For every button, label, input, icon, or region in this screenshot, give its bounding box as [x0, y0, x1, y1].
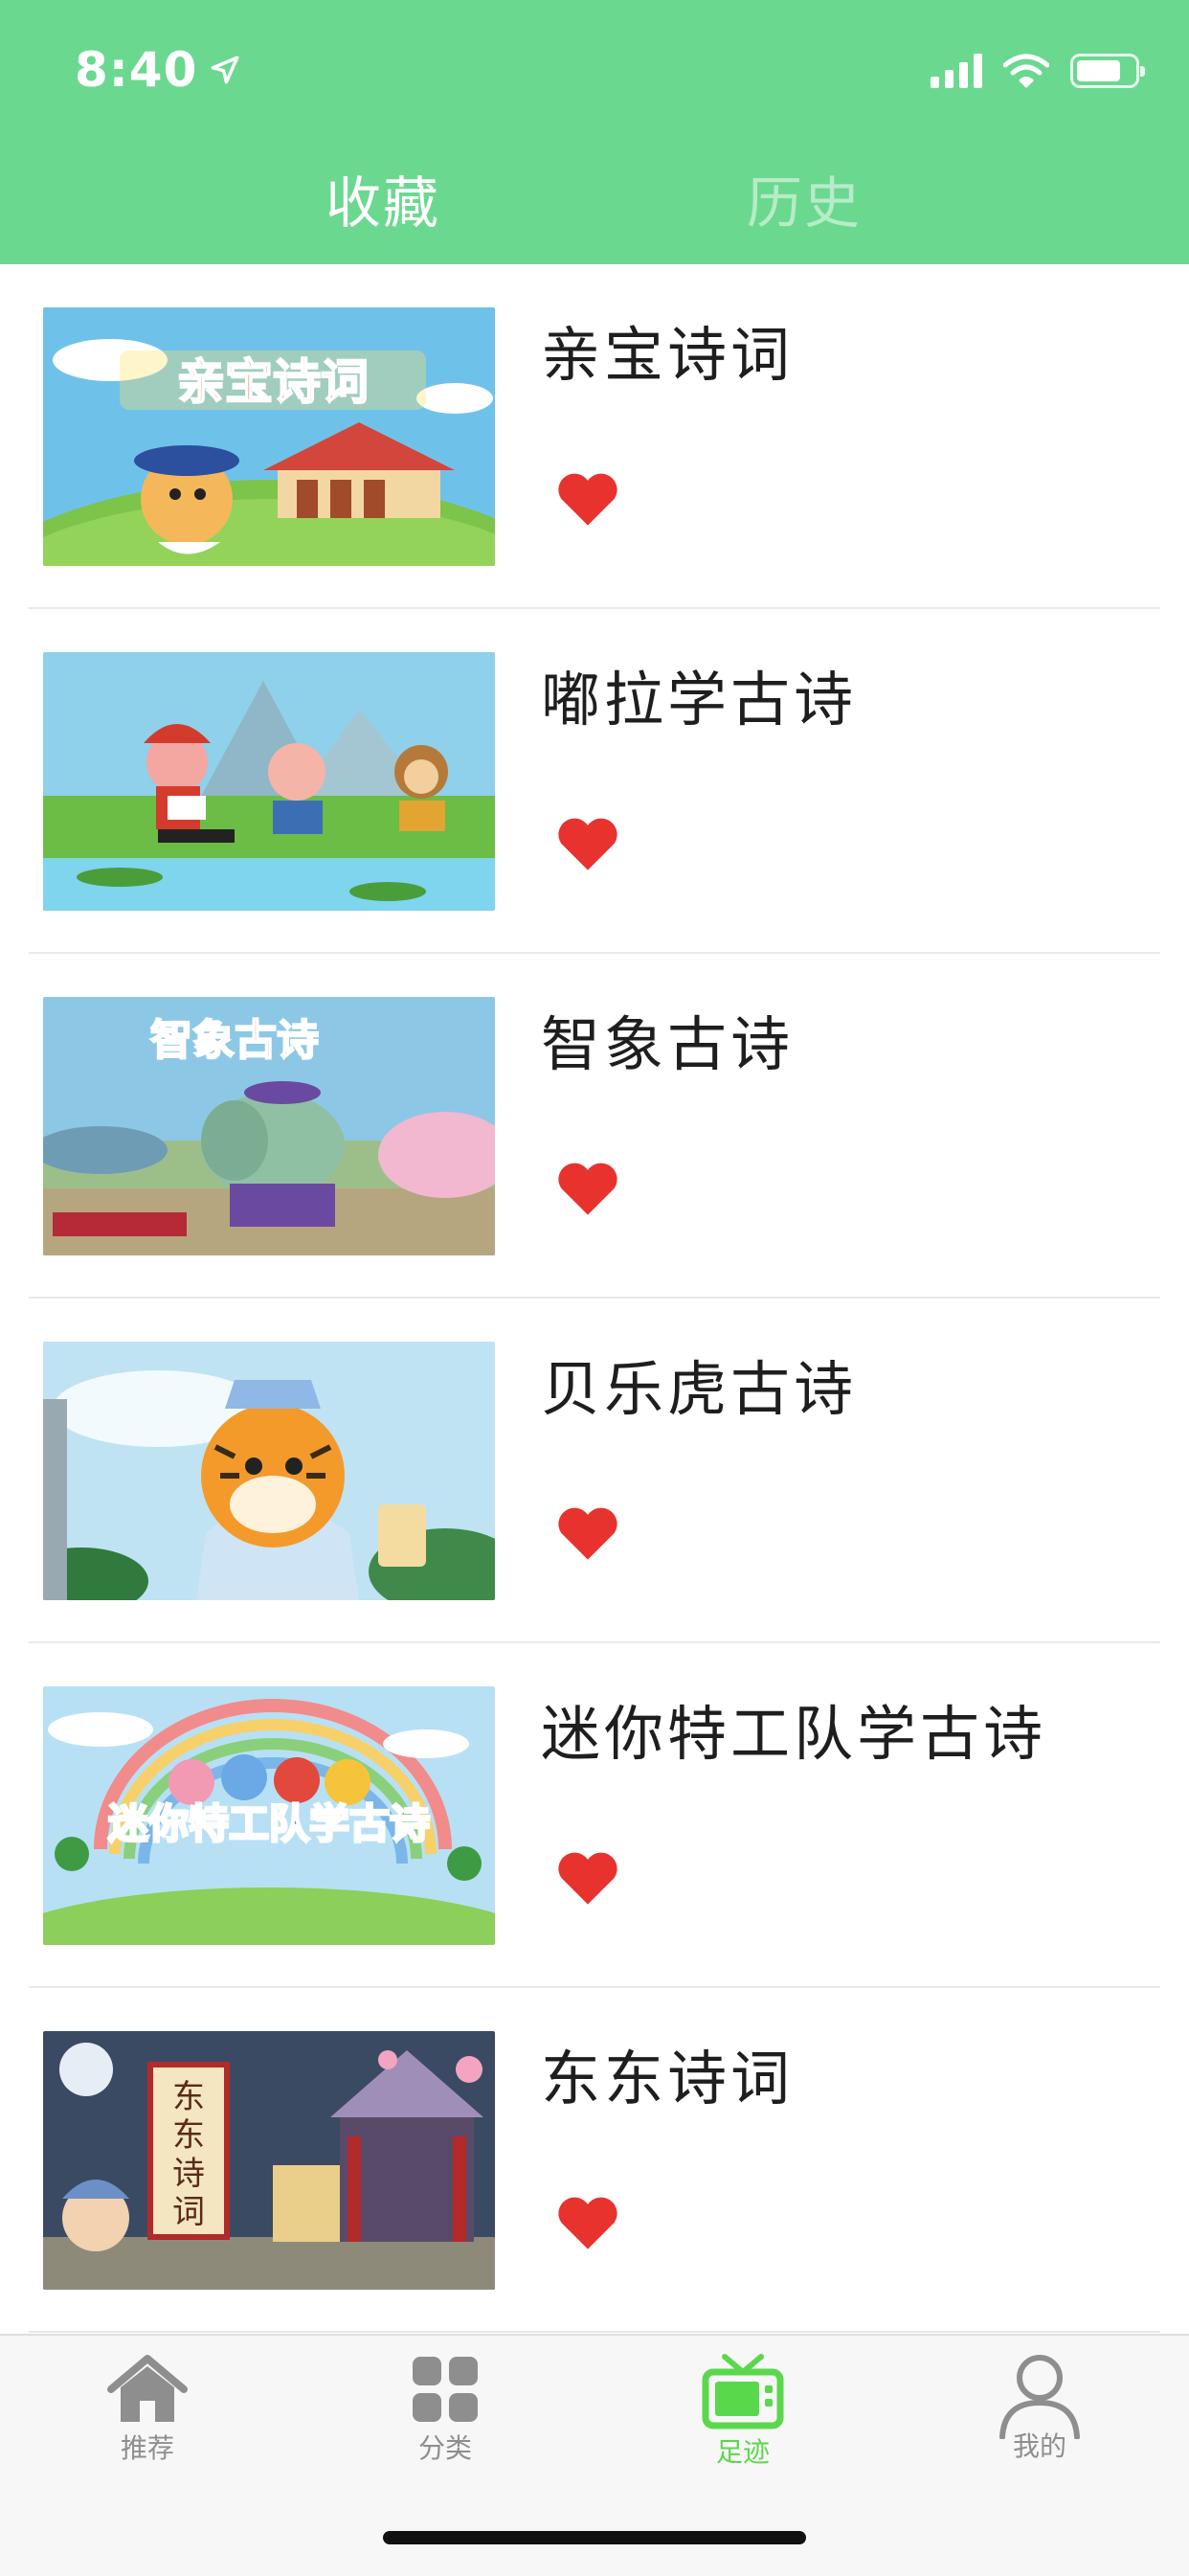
cellular-signal-icon [931, 54, 982, 88]
list-item[interactable]: 迷你特工队学古诗 迷你特工队学古诗 [0, 1643, 1189, 1988]
battery-level [1077, 60, 1120, 81]
app-header: 8:40 收藏 历史 [0, 0, 1189, 264]
thumbnail-art-dongdong: 东东诗词 [43, 2031, 495, 2290]
status-time: 8:40 [75, 38, 241, 102]
tab-label: 足迹 [715, 2436, 770, 2468]
item-title[interactable]: 东东诗词 [541, 2030, 794, 2116]
video-thumbnail[interactable]: 迷你特工队学古诗 [43, 1686, 495, 1945]
list-item[interactable]: 亲宝诗词 亲宝诗词 [0, 264, 1189, 609]
favorites-list: 亲宝诗词 亲宝诗词 嘟拉学古诗 智象古诗 智象古诗 贝乐虎古诗 迷你特工队学古诗… [0, 264, 1189, 2333]
item-title[interactable]: 智象古诗 [541, 996, 794, 1082]
home-indicator[interactable] [383, 2531, 806, 2544]
status-time-text: 8:40 [75, 42, 198, 98]
heart-icon[interactable] [555, 815, 620, 872]
heart-icon[interactable] [555, 1504, 620, 1562]
battery-icon [1070, 54, 1145, 88]
heart-icon[interactable] [555, 470, 620, 528]
heart-icon[interactable] [555, 2194, 620, 2251]
thumbnail-art-dula [43, 652, 495, 911]
wifi-icon [1003, 54, 1049, 88]
tab-label: 分类 [417, 2432, 472, 2464]
video-thumbnail[interactable] [43, 1342, 495, 1600]
divider [29, 2331, 1160, 2333]
location-arrow-icon [211, 56, 239, 84]
tab-favorites[interactable]: 收藏 [325, 158, 440, 238]
tab-label: 推荐 [120, 2432, 174, 2464]
tab-category[interactable]: 分类 [359, 2353, 531, 2497]
grid-icon [413, 2357, 478, 2422]
thumbnail-art-zhixiang: 智象古诗 [43, 997, 495, 1255]
home-icon [107, 2355, 188, 2422]
thumbnail-art-qinbao: 亲宝诗词 [43, 307, 495, 566]
tab-history[interactable]: 历史 [747, 158, 862, 238]
tab-footprint[interactable]: 足迹 [657, 2353, 829, 2497]
thumbnail-caption: 迷你特工队学古诗 [108, 1800, 430, 1847]
thumbnail-caption: 亲宝诗词 [177, 354, 369, 410]
video-thumbnail[interactable]: 智象古诗 [43, 997, 495, 1255]
item-title[interactable]: 亲宝诗词 [541, 306, 794, 393]
status-icons [931, 50, 1145, 92]
thumbnail-art-mini: 迷你特工队学古诗 [43, 1686, 495, 1945]
video-thumbnail[interactable] [43, 652, 495, 911]
thumbnail-art-beilehu [43, 1342, 495, 1600]
item-title[interactable]: 迷你特工队学古诗 [541, 1685, 1046, 1772]
thumbnail-caption: 东东诗词 [172, 2078, 205, 2231]
heart-icon[interactable] [555, 1849, 620, 1907]
video-thumbnail[interactable]: 东东诗词 [43, 2031, 495, 2290]
tv-icon [702, 2354, 784, 2429]
item-title[interactable]: 嘟拉学古诗 [541, 651, 857, 737]
tab-mine[interactable]: 我的 [953, 2353, 1126, 2497]
heart-icon[interactable] [555, 1160, 620, 1217]
list-item[interactable]: 嘟拉学古诗 [0, 609, 1189, 954]
list-item[interactable]: 智象古诗 智象古诗 [0, 954, 1189, 1299]
tab-recommend[interactable]: 推荐 [61, 2353, 234, 2497]
item-title[interactable]: 贝乐虎古诗 [541, 1341, 857, 1427]
list-item[interactable]: 贝乐虎古诗 [0, 1299, 1189, 1643]
list-item[interactable]: 东东诗词 东东诗词 [0, 1988, 1189, 2333]
thumbnail-caption: 智象古诗 [150, 1016, 319, 1065]
tab-label: 我的 [1012, 2430, 1066, 2462]
video-thumbnail[interactable]: 亲宝诗词 [43, 307, 495, 566]
